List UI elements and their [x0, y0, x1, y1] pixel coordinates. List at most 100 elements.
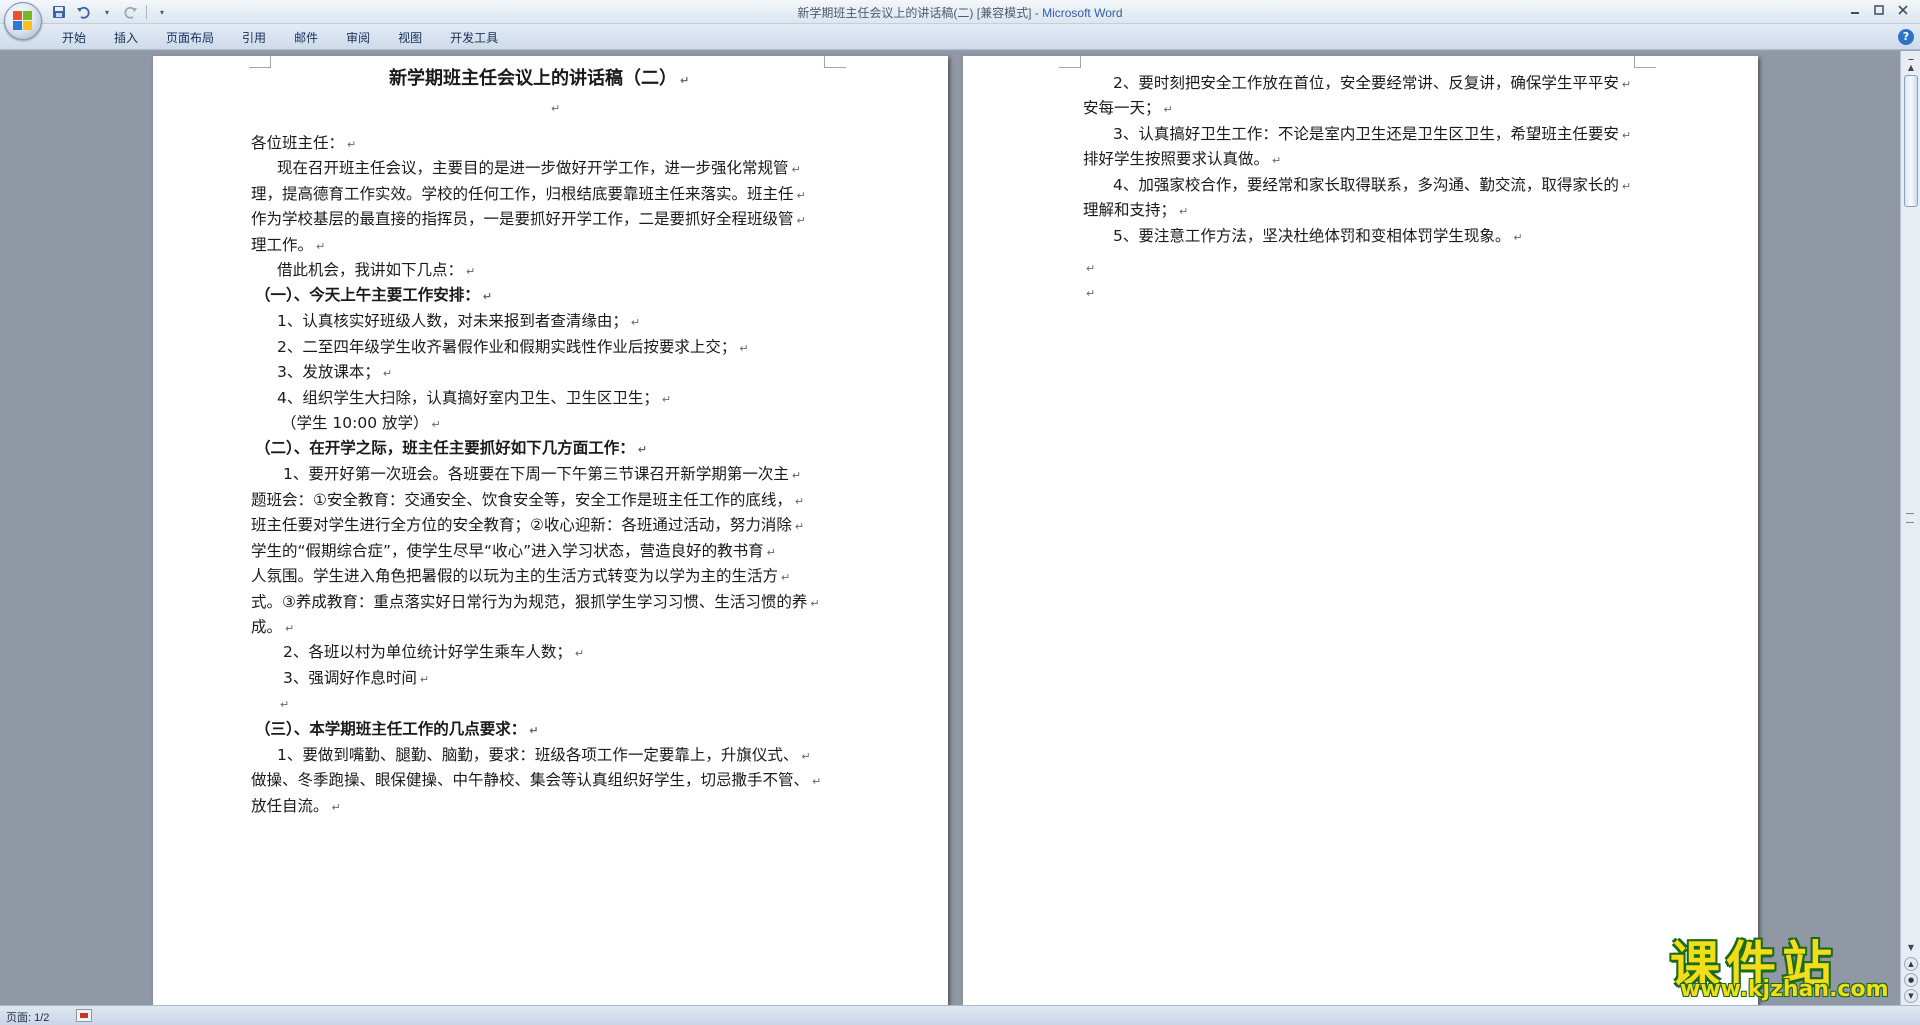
line-text: 2、各班以村为单位统计好学生乘车人数； — [283, 643, 572, 661]
tab-page-layout[interactable]: 页面布局 — [152, 29, 228, 47]
line-text: 各位班主任： — [251, 134, 345, 152]
empty-paragraph: ↵ — [551, 102, 561, 115]
document-page-2[interactable]: 2、要时刻把安全工作放在首位，安全要经常讲、反复讲，确保学生平平安 ↵ 安每一天； ↵… — [963, 56, 1758, 1005]
scrollbar-grip — [1906, 513, 1914, 523]
office-button[interactable] — [4, 2, 42, 40]
previous-page-icon[interactable]: ▲ — [1904, 957, 1918, 971]
paragraph-line: 理工作。 ↵ — [251, 234, 325, 256]
document-name: 新学期班主任会议上的讲话稿(二) [兼容模式] — [797, 6, 1032, 20]
scroll-up-icon[interactable]: ▲ — [1904, 61, 1918, 75]
paragraph-line: 2、各班以村为单位统计好学生乘车人数； ↵ — [283, 641, 584, 663]
scrollbar-thumb[interactable] — [1904, 75, 1918, 207]
line-text: （二）、在开学之际，班主任主要抓好如下几方面工作： — [255, 439, 635, 457]
close-button[interactable] — [1892, 2, 1914, 18]
line-text: （三）、本学期班主任工作的几点要求： — [255, 720, 527, 738]
paragraph-mark: ↵ — [796, 189, 806, 202]
line-text: 作为学校基层的最直接的指挥员，一是要抓好开学工作，二是要抓好全程班级管 — [251, 210, 794, 228]
empty-paragraph: ↵ — [1083, 256, 1095, 278]
line-text: 理，提高德育工作实效。学校的任何工作，归根结底要靠班主任来落实。班主任 — [251, 185, 794, 203]
document-area[interactable]: 新学期班主任会议上的讲话稿（二） ↵ ↵ 各位班主任： ↵ 现在召开班主任会议，主要目… — [0, 51, 1900, 1005]
paragraph-line: 4、加强家校合作，要经常和家长取得联系，多沟通、勤交流，取得家长的 ↵ — [1113, 174, 1631, 196]
document-page-1[interactable]: 新学期班主任会议上的讲话稿（二） ↵ ↵ 各位班主任： ↵ 现在召开班主任会议，主要目… — [153, 56, 948, 1005]
paragraph-line: 成。 ↵ — [251, 616, 294, 638]
paragraph-mark: ↵ — [382, 367, 393, 380]
paragraph-mark: ↵ — [285, 622, 295, 635]
paragraph-line: 4、组织学生大扫除，认真搞好室内卫生、卫生区卫生； ↵ — [277, 387, 671, 409]
paragraph-line: 安每一天； ↵ — [1083, 97, 1173, 119]
paragraph-line: 3、认真搞好卫生工作：不论是室内卫生还是卫生区卫生，希望班主任要安 ↵ — [1113, 123, 1631, 145]
section-heading: （二）、在开学之际，班主任主要抓好如下几方面工作： ↵ — [255, 437, 647, 459]
line-text: 理解和支持； — [1083, 201, 1177, 219]
vertical-scrollbar[interactable]: ⎯ ▲ ▼ ▲ ● ▼ — [1900, 51, 1920, 1005]
line-text: 学生的“假期综合症”，使学生尽早“收心”进入学习状态，营造良好的教书育 — [251, 542, 764, 560]
paragraph-line: 放任自流。 ↵ — [251, 795, 341, 817]
line-text: 人氛围。学生进入角色把暑假的以玩为主的生活方式转变为以学为主的生活方 — [251, 567, 779, 585]
line-text: 1、要开好第一次班会。各班要在下周一下午第三节课召开新学期第一次主 — [283, 465, 789, 483]
line-text: 理工作。 — [251, 236, 314, 254]
paragraph-mark: ↵ — [794, 495, 805, 508]
paragraph-mark: ↵ — [347, 138, 357, 151]
paragraph-line: 现在召开班主任会议，主要目的是进一步做好开学工作，进一步强化常规管 ↵ — [277, 157, 801, 179]
paragraph-line: 3、强调好作息时间 ↵ — [283, 667, 429, 689]
tab-review[interactable]: 审阅 — [332, 29, 384, 47]
tab-view[interactable]: 视图 — [384, 29, 436, 47]
paragraph-mark: ↵ — [630, 316, 641, 329]
line-text: 4、加强家校合作，要经常和家长取得联系，多沟通、勤交流，取得家长的 — [1113, 176, 1619, 194]
paragraph-mark: ↵ — [791, 469, 802, 482]
line-text: 安每一天； — [1083, 99, 1161, 117]
window-title: 新学期班主任会议上的讲话稿(二) [兼容模式] - Microsoft Word — [0, 4, 1920, 21]
tab-references[interactable]: 引用 — [228, 29, 280, 47]
crop-mark — [1634, 56, 1656, 68]
help-icon[interactable]: ? — [1898, 29, 1914, 45]
line-text: 4、组织学生大扫除，认真搞好室内卫生、卫生区卫生； — [277, 389, 659, 407]
line-text: （学生 10:00 放学） — [281, 414, 429, 432]
scroll-down-icon[interactable]: ▼ — [1904, 941, 1918, 955]
line-text: 式。③养成教育：重点落实好日常行为为规范，狠抓学生学习习惯、生活习惯的养 — [251, 593, 808, 611]
paragraph-mark: ↵ — [280, 698, 290, 711]
tab-developer[interactable]: 开发工具 — [436, 29, 512, 47]
paragraph-mark: ↵ — [796, 214, 806, 227]
paragraph-mark: ↵ — [1179, 205, 1189, 218]
paragraph-line: 班主任要对学生进行全方位的安全教育；②收心迎新：各班通过活动，努力消除 ↵ — [251, 514, 804, 536]
title-separator: - — [1031, 6, 1043, 20]
next-page-icon[interactable]: ▼ — [1904, 989, 1918, 1003]
paragraph-mark: ↵ — [739, 342, 749, 355]
tab-mailings[interactable]: 邮件 — [280, 29, 332, 47]
select-browse-object-icon[interactable]: ● — [1904, 973, 1918, 987]
paragraph-mark: ↵ — [1513, 231, 1523, 244]
paragraph-line: 2、要时刻把安全工作放在首位，安全要经常讲、反复讲，确保学生平平安 ↵ — [1113, 72, 1631, 94]
line-text: 放任自流。 — [251, 797, 329, 815]
line-text: 5、要注意工作方法，坚决杜绝体罚和变相体罚学生现象。 — [1113, 227, 1511, 245]
paragraph-mark: ↵ — [466, 265, 476, 278]
paragraph-line: 1、要做到嘴勤、腿勤、脑勤，要求：班级各项工作一定要靠上，升旗仪式、 ↵ — [277, 744, 811, 766]
page-count-status[interactable]: 页面: 1/2 — [6, 1009, 49, 1025]
line-text: （一）、今天上午主要工作安排： — [255, 286, 480, 304]
paragraph-mark: ↵ — [661, 393, 672, 406]
minimize-button[interactable] — [1844, 2, 1866, 18]
paragraph-line: 1、认真核实好班级人数，对未来报到者查清缘由； ↵ — [277, 310, 640, 332]
paragraph-line: 理，提高德育工作实效。学校的任何工作，归根结底要靠班主任来落实。班主任 ↵ — [251, 183, 806, 205]
paragraph-mark: ↵ — [1086, 287, 1096, 300]
paragraph-mark: ↵ — [529, 724, 539, 737]
line-text: 现在召开班主任会议，主要目的是进一步做好开学工作，进一步强化常规管 — [277, 159, 789, 177]
proofing-status-icon[interactable] — [76, 1009, 92, 1022]
line-text: 3、发放课本； — [277, 363, 380, 381]
paragraph-mark: ↵ — [810, 597, 820, 610]
paragraph-line: 排好学生按照要求认真做。 ↵ — [1083, 148, 1281, 170]
tab-insert[interactable]: 插入 — [100, 29, 152, 47]
application-name: Microsoft Word — [1042, 6, 1123, 20]
paragraph-line: 2、二至四年级学生收齐暑假作业和假期实践性作业后按要求上交； ↵ — [277, 336, 749, 358]
ribbon-tab-bar: 开始 插入 页面布局 引用 邮件 审阅 视图 开发工具 ? — [0, 24, 1920, 50]
line-text: 1、要做到嘴勤、腿勤、脑勤，要求：班级各项工作一定要靠上，升旗仪式、 — [277, 746, 799, 764]
paragraph-line: 人氛围。学生进入角色把暑假的以玩为主的生活方式转变为以学为主的生活方 ↵ — [251, 565, 790, 587]
maximize-button[interactable] — [1868, 2, 1890, 18]
paragraph-mark: ↵ — [1621, 129, 1632, 142]
tab-home[interactable]: 开始 — [48, 29, 100, 47]
empty-paragraph: ↵ — [1083, 281, 1095, 303]
paragraph-mark: ↵ — [1163, 103, 1173, 116]
line-text: 做操、冬季跑操、眼保健操、中午静校、集会等认真组织好学生，切忌撒手不管、 — [251, 771, 810, 789]
paragraph-line: 题班会：①安全教育：交通安全、饮食安全等，安全工作是班主任工作的底线， ↵ — [251, 489, 804, 511]
line-text: 排好学生按照要求认真做。 — [1083, 150, 1270, 168]
line-text: 成。 — [251, 618, 283, 636]
paragraph-line: 借此机会，我讲如下几点： ↵ — [277, 259, 475, 281]
